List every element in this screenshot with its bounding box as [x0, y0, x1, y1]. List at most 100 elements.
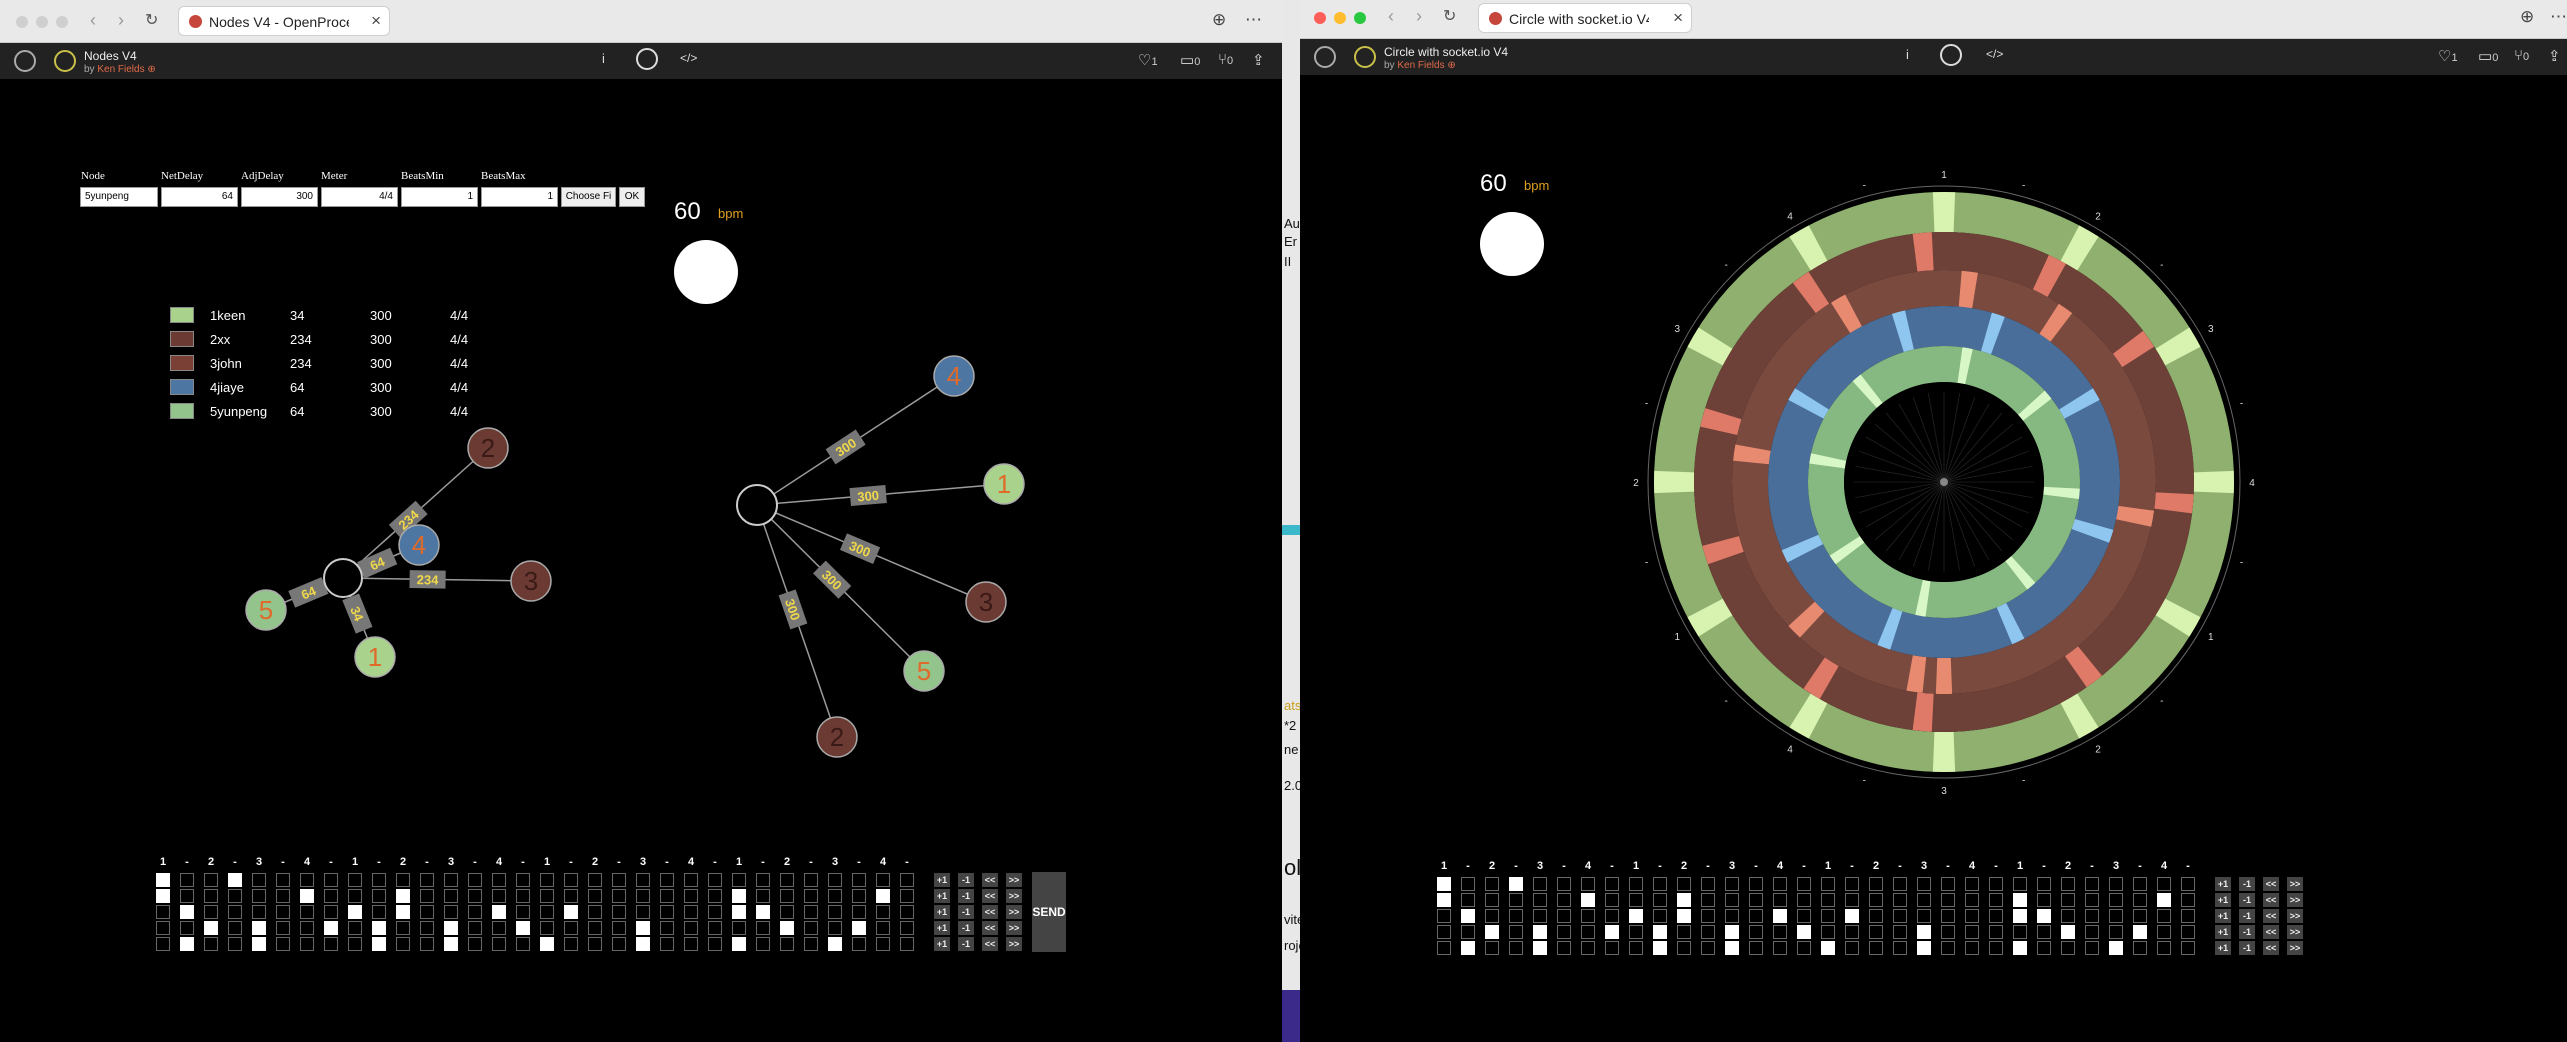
decrement-button[interactable]: -1	[2239, 925, 2255, 939]
sequencer-cell[interactable]	[1677, 893, 1691, 907]
sequencer-cell[interactable]	[252, 889, 266, 903]
shift-left-button[interactable]: <<	[982, 921, 998, 935]
sequencer-cell[interactable]	[804, 905, 818, 919]
sequencer-cell[interactable]	[1893, 909, 1907, 923]
sequencer-cell[interactable]	[828, 921, 842, 935]
shift-right-button[interactable]: >>	[1006, 921, 1022, 935]
sequencer-cell[interactable]	[1869, 925, 1883, 939]
sequencer-cell[interactable]	[324, 873, 338, 887]
sequencer-cell[interactable]	[660, 873, 674, 887]
sequencer-cell[interactable]	[1869, 909, 1883, 923]
sequencer-cell[interactable]	[732, 873, 746, 887]
sequencer-cell[interactable]	[804, 873, 818, 887]
sequencer-cell[interactable]	[708, 921, 722, 935]
sequencer-cell[interactable]	[1653, 941, 1667, 955]
sequencer-cell[interactable]	[1605, 877, 1619, 891]
sequencer-cell[interactable]	[2061, 877, 2075, 891]
sequencer-cell[interactable]	[396, 937, 410, 951]
sequencer-cell[interactable]	[2133, 877, 2147, 891]
sequencer-cell[interactable]	[1749, 925, 1763, 939]
sequencer-cell[interactable]	[1869, 893, 1883, 907]
sequencer-cell[interactable]	[324, 937, 338, 951]
sequencer-cell[interactable]	[1581, 893, 1595, 907]
sequencer-cell[interactable]	[2061, 941, 2075, 955]
shift-right-button[interactable]: >>	[2287, 893, 2303, 907]
increment-button[interactable]: +1	[2215, 925, 2231, 939]
sequencer-cell[interactable]	[732, 905, 746, 919]
sequencer-cell[interactable]	[276, 937, 290, 951]
increment-button[interactable]: +1	[934, 889, 950, 903]
sequencer-cell[interactable]	[420, 905, 434, 919]
shift-right-button[interactable]: >>	[1006, 889, 1022, 903]
sequencer-cell[interactable]	[1629, 925, 1643, 939]
sequencer-cell[interactable]	[300, 921, 314, 935]
sequencer-cell[interactable]	[684, 921, 698, 935]
sequencer-cell[interactable]	[900, 921, 914, 935]
decrement-button[interactable]: -1	[2239, 941, 2255, 955]
sequencer-cell[interactable]	[1605, 941, 1619, 955]
sequencer-cell[interactable]	[348, 921, 362, 935]
sequencer-cell[interactable]	[252, 873, 266, 887]
sequencer-cell[interactable]	[852, 889, 866, 903]
sequencer-cell[interactable]	[2157, 925, 2171, 939]
sequencer-cell[interactable]	[2157, 909, 2171, 923]
sequencer-cell[interactable]	[1485, 893, 1499, 907]
sequencer-cell[interactable]	[204, 921, 218, 935]
sequencer-cell[interactable]	[1773, 893, 1787, 907]
sequencer-cell[interactable]	[1773, 877, 1787, 891]
sequencer-cell[interactable]	[540, 873, 554, 887]
sequencer-cell[interactable]	[2157, 941, 2171, 955]
sequencer-cell[interactable]	[1581, 941, 1595, 955]
sequencer-cell[interactable]	[1749, 941, 1763, 955]
sequencer-cell[interactable]	[180, 873, 194, 887]
sequencer-cell[interactable]	[372, 937, 386, 951]
sequencer-cell[interactable]	[1773, 909, 1787, 923]
sequencer-cell[interactable]	[1461, 925, 1475, 939]
sequencer-cell[interactable]	[2061, 909, 2075, 923]
shift-right-button[interactable]: >>	[2287, 877, 2303, 891]
sequencer-cell[interactable]	[1701, 877, 1715, 891]
sequencer-cell[interactable]	[396, 889, 410, 903]
sequencer-cell[interactable]	[1773, 925, 1787, 939]
sequencer-cell[interactable]	[1437, 909, 1451, 923]
sequencer-cell[interactable]	[732, 889, 746, 903]
sequencer-cell[interactable]	[492, 921, 506, 935]
sequencer-cell[interactable]	[2013, 925, 2027, 939]
sequencer-cell[interactable]	[1965, 877, 1979, 891]
sequencer-cell[interactable]	[852, 873, 866, 887]
sequencer-cell[interactable]	[156, 921, 170, 935]
sequencer-cell[interactable]	[1989, 877, 2003, 891]
sequencer-cell[interactable]	[1821, 877, 1835, 891]
sequencer-cell[interactable]	[1749, 909, 1763, 923]
sequencer-cell[interactable]	[1581, 877, 1595, 891]
sequencer-cell[interactable]	[1581, 925, 1595, 939]
sequencer-cell[interactable]	[564, 937, 578, 951]
sequencer-cell[interactable]	[468, 937, 482, 951]
sequencer-cell[interactable]	[2085, 909, 2099, 923]
sequencer-cell[interactable]	[1629, 893, 1643, 907]
sequencer-cell[interactable]	[828, 905, 842, 919]
sequencer-cell[interactable]	[2109, 925, 2123, 939]
sequencer-cell[interactable]	[564, 921, 578, 935]
sequencer-cell[interactable]	[540, 889, 554, 903]
sequencer-cell[interactable]	[300, 905, 314, 919]
sequencer-cell[interactable]	[900, 889, 914, 903]
sequencer-cell[interactable]	[1917, 941, 1931, 955]
sequencer-cell[interactable]	[900, 873, 914, 887]
sequencer-cell[interactable]	[1845, 877, 1859, 891]
sequencer-cell[interactable]	[684, 937, 698, 951]
sequencer-cell[interactable]	[1893, 877, 1907, 891]
sequencer-cell[interactable]	[276, 921, 290, 935]
increment-button[interactable]: +1	[2215, 877, 2231, 891]
sequencer-cell[interactable]	[276, 873, 290, 887]
sequencer-cell[interactable]	[1965, 925, 1979, 939]
sequencer-cell[interactable]	[2085, 925, 2099, 939]
shift-right-button[interactable]: >>	[2287, 909, 2303, 923]
sequencer-cell[interactable]	[1653, 877, 1667, 891]
sequencer-cell[interactable]	[1917, 909, 1931, 923]
increment-button[interactable]: +1	[2215, 893, 2231, 907]
sequencer-cell[interactable]	[1461, 909, 1475, 923]
sequencer-cell[interactable]	[612, 873, 626, 887]
sequencer-cell[interactable]	[1677, 925, 1691, 939]
sequencer-cell[interactable]	[588, 937, 602, 951]
